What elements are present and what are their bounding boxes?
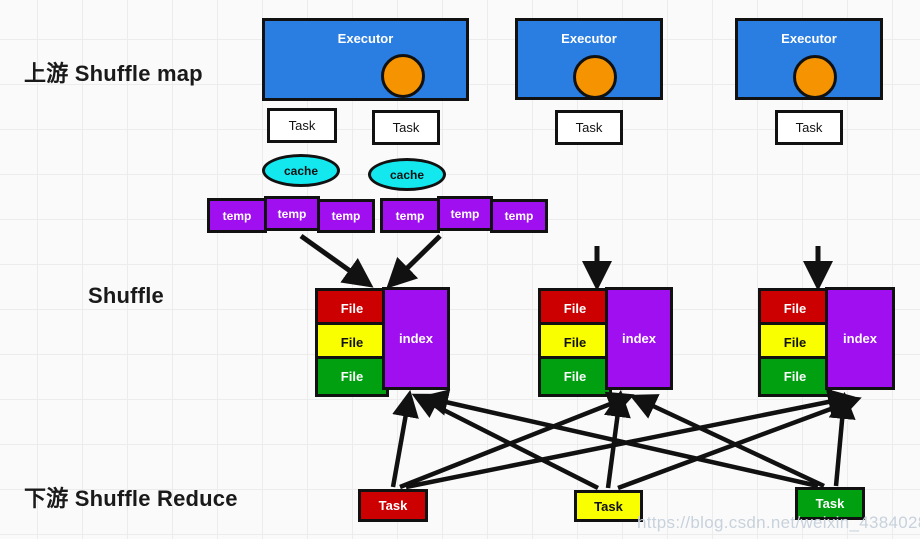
- lane-label-upstream: 上游 Shuffle map: [24, 61, 203, 86]
- file-cell-green[interactable]: File: [758, 356, 832, 397]
- file-label: File: [563, 335, 587, 350]
- index-label: index: [399, 331, 433, 346]
- temp-block[interactable]: temp: [264, 196, 320, 231]
- file-label: File: [340, 369, 364, 384]
- index-label: index: [843, 331, 877, 346]
- map-task-box-1[interactable]: Task: [267, 108, 337, 143]
- shuffle-index-box-1[interactable]: index: [382, 287, 450, 390]
- map-task-label: Task: [288, 118, 316, 133]
- shuffle-index-box-3[interactable]: index: [825, 287, 895, 390]
- map-task-label: Task: [795, 120, 823, 135]
- file-label: File: [340, 335, 364, 350]
- executor-core-icon: [793, 55, 837, 99]
- arrow-yellowtask-to-block2: [604, 389, 631, 489]
- reduce-task-label: Task: [815, 496, 845, 511]
- arrow-temp2-to-block1: [386, 234, 442, 289]
- temp-block[interactable]: temp: [317, 199, 375, 233]
- file-label: File: [340, 301, 364, 316]
- file-label: File: [563, 301, 587, 316]
- executor-box-1[interactable]: Executor: [262, 18, 469, 101]
- temp-label: temp: [504, 209, 534, 223]
- cache-oval-2[interactable]: cache: [368, 158, 446, 191]
- temp-block[interactable]: temp: [437, 196, 493, 231]
- cache-label: cache: [389, 167, 425, 182]
- index-label: index: [622, 331, 656, 346]
- shuffle-index-box-2[interactable]: index: [605, 287, 673, 390]
- temp-label: temp: [331, 209, 361, 223]
- temp-block[interactable]: temp: [490, 199, 548, 233]
- file-cell-green[interactable]: File: [538, 356, 612, 397]
- file-label: File: [783, 301, 807, 316]
- file-label: File: [563, 369, 587, 384]
- watermark-text: https://blog.csdn.net/weixin_43840280: [637, 513, 920, 532]
- map-task-label: Task: [392, 120, 420, 135]
- temp-label: temp: [222, 208, 252, 223]
- map-task-box-2[interactable]: Task: [372, 110, 440, 145]
- arrow-redtask-to-block3: [405, 388, 856, 490]
- diagram-canvas: 上游 Shuffle map Shuffle 下游 Shuffle Reduce…: [0, 0, 920, 539]
- executor-label: Executor: [781, 31, 837, 46]
- arrow-redtask-to-block1: [390, 389, 419, 488]
- file-cell-green[interactable]: File: [315, 356, 389, 397]
- lane-label-shuffle: Shuffle: [88, 283, 164, 308]
- executor-box-3[interactable]: Executor: [735, 18, 883, 100]
- executor-label: Executor: [561, 31, 617, 46]
- temp-label: temp: [450, 206, 480, 221]
- temp-label: temp: [277, 206, 307, 221]
- file-label: File: [783, 369, 807, 384]
- executor-label: Executor: [337, 31, 394, 46]
- reduce-task-yellow[interactable]: Task: [574, 490, 643, 522]
- map-task-box-3[interactable]: Task: [555, 110, 623, 145]
- map-task-box-4[interactable]: Task: [775, 110, 843, 145]
- reduce-task-label: Task: [378, 498, 408, 513]
- reduce-task-label: Task: [594, 498, 623, 514]
- shuffle-file-column-3: File File File: [758, 288, 832, 397]
- reduce-task-red[interactable]: Task: [358, 489, 428, 522]
- file-label: File: [783, 335, 807, 350]
- cache-label: cache: [283, 163, 319, 178]
- temp-block[interactable]: temp: [207, 198, 267, 233]
- executor-core-icon: [381, 54, 425, 98]
- shuffle-file-column-2: File File File: [538, 288, 612, 397]
- arrow-redtask-to-block2: [399, 391, 635, 490]
- temp-label: temp: [395, 208, 425, 223]
- arrow-yellowtask-to-block1: [411, 393, 600, 491]
- arrow-greentask-to-block3: [828, 391, 856, 487]
- lane-label-downstream: 下游 Shuffle Reduce: [24, 486, 238, 511]
- executor-core-icon: [573, 55, 617, 99]
- cache-oval-1[interactable]: cache: [262, 154, 340, 187]
- arrow-greentask-to-block1: [420, 389, 819, 489]
- arrow-greentask-to-block2: [629, 394, 825, 489]
- temp-block[interactable]: temp: [380, 198, 440, 233]
- arrow-yellowtask-to-block3: [617, 394, 862, 491]
- executor-box-2[interactable]: Executor: [515, 18, 663, 100]
- arrow-temp1-to-block1: [299, 233, 374, 288]
- map-task-label: Task: [575, 120, 603, 135]
- shuffle-file-column-1: File File File: [315, 288, 389, 397]
